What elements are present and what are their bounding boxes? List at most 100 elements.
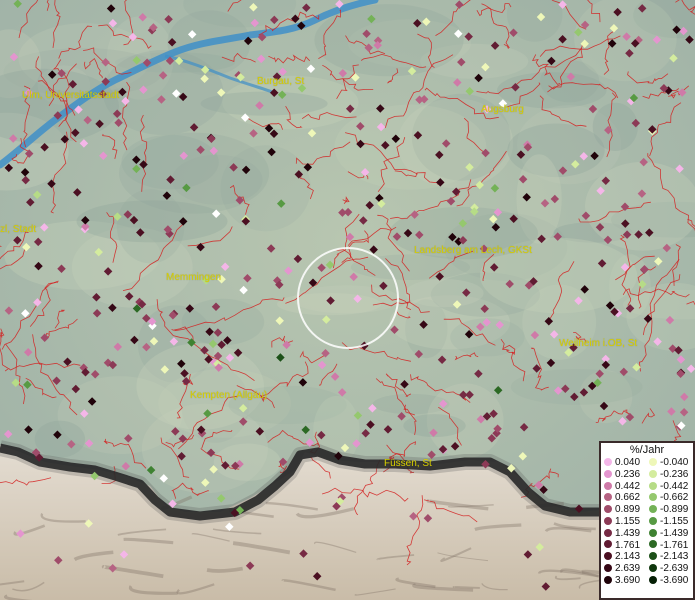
legend-value: 1.155 <box>615 515 641 527</box>
legend-value: 0.442 <box>615 480 641 492</box>
legend-swatch <box>604 575 612 584</box>
map-canvas[interactable]: Ulm, Universitätsstadt Burgau, St Augsbu… <box>0 0 695 600</box>
terrain-patch <box>171 154 263 205</box>
legend-value: -1.439 <box>660 527 689 539</box>
legend-swatch <box>604 528 612 537</box>
legend-value: 2.143 <box>615 551 641 563</box>
legend-rows: 0.040 -0.040 0.236 -0.236 0.442 -0.442 0.662 -0… <box>601 457 693 587</box>
legend-swatch <box>604 481 612 490</box>
legend-value: -0.442 <box>660 480 689 492</box>
legend-row: 0.662 -0.662 <box>601 492 693 504</box>
legend-value: -0.662 <box>660 492 689 504</box>
city-label-weilheim: Weilheim i.OB, St <box>559 338 638 349</box>
city-label-landsberg: Landsberg am Lech, GKSt <box>414 245 532 256</box>
legend-swatch <box>649 528 657 537</box>
legend-swatch <box>604 552 612 561</box>
terrain-patch <box>116 189 185 264</box>
legend-entry-negative: -0.662 <box>649 492 688 504</box>
legend-swatch <box>649 505 657 514</box>
terrain-patch <box>314 4 464 77</box>
legend-row: 0.442 -0.442 <box>601 481 693 493</box>
terrain-patch <box>277 293 382 316</box>
legend-value: 2.639 <box>615 563 641 575</box>
legend-value: -1.761 <box>660 539 689 551</box>
legend-value: 1.761 <box>615 539 641 551</box>
legend-value: 0.040 <box>615 457 641 468</box>
legend-swatch <box>649 540 657 549</box>
legend-entry-positive: 3.690 <box>604 575 640 587</box>
legend-entry-positive: 1.761 <box>604 540 640 552</box>
relief-stroke <box>206 566 244 573</box>
legend-row: 3.690 -3.690 <box>601 575 693 587</box>
legend-value: 1.439 <box>615 527 641 539</box>
legend-value: -0.040 <box>660 457 689 468</box>
legend-entry-positive: 0.040 <box>604 457 640 469</box>
legend-swatch <box>604 457 612 466</box>
terrain-patch <box>34 420 86 458</box>
legend-swatch <box>604 540 612 549</box>
legend-entry-negative: -3.690 <box>649 575 688 587</box>
city-label-kempten: Kempten (Allgäu) <box>190 390 268 401</box>
legend-value: -2.639 <box>660 563 689 575</box>
legend-value: 0.899 <box>615 504 641 516</box>
legend-swatch <box>604 505 612 514</box>
terrain-patch <box>405 279 484 308</box>
legend-entry-negative: -1.761 <box>649 540 688 552</box>
legend-row: 1.761 -1.761 <box>601 540 693 552</box>
legend-entry-positive: 2.639 <box>604 563 640 575</box>
legend-swatch <box>604 564 612 573</box>
legend-value: 0.662 <box>615 492 641 504</box>
city-label-memmingen: Memmingen <box>166 272 222 283</box>
legend-row: 0.899 -0.899 <box>601 504 693 516</box>
legend-entry-negative: -0.442 <box>649 481 688 493</box>
terrain-patch <box>592 102 638 151</box>
legend-row: 1.155 -1.155 <box>601 516 693 528</box>
legend-title: %/Jahr <box>629 444 665 456</box>
legend-swatch <box>649 564 657 573</box>
legend-entry-negative: -0.899 <box>649 504 688 516</box>
legend-row: 0.040 -0.040 <box>601 457 693 469</box>
legend: %/Jahr 0.040 -0.040 0.236 -0.236 0.442 -0.442… <box>599 441 695 600</box>
legend-entry-negative: -0.236 <box>649 469 688 481</box>
legend-entry-positive: 0.662 <box>604 492 640 504</box>
legend-swatch <box>649 552 657 561</box>
legend-value: -2.143 <box>660 551 689 563</box>
legend-swatch <box>604 469 612 478</box>
city-label-ulm: Ulm, Universitätsstadt <box>22 90 120 101</box>
legend-entry-positive: 0.442 <box>604 481 640 493</box>
legend-row: 0.236 -0.236 <box>601 469 693 481</box>
legend-swatch <box>649 469 657 478</box>
legend-swatch <box>604 516 612 525</box>
legend-entry-positive: 2.143 <box>604 551 640 563</box>
legend-value: -0.899 <box>660 504 689 516</box>
terrain-patch <box>507 123 605 178</box>
terrain-patch <box>350 254 470 280</box>
legend-value: -3.690 <box>660 574 689 586</box>
legend-swatch <box>649 516 657 525</box>
legend-row: 1.439 -1.439 <box>601 528 693 540</box>
city-label-augsburg: Augsburg <box>481 104 524 115</box>
legend-value: 0.236 <box>615 468 641 480</box>
legend-entry-negative: -2.143 <box>649 551 688 563</box>
legend-value: -1.155 <box>660 515 689 527</box>
legend-value: -0.236 <box>660 468 689 480</box>
relief-stroke <box>452 585 480 589</box>
legend-swatch <box>649 493 657 502</box>
legend-entry-positive: 1.439 <box>604 528 640 540</box>
legend-entry-negative: -1.439 <box>649 528 688 540</box>
legend-entry-positive: 0.899 <box>604 504 640 516</box>
legend-swatch <box>604 493 612 502</box>
city-label-stadt: zl, Stadt <box>0 224 37 235</box>
legend-entry-negative: -0.040 <box>649 457 688 469</box>
legend-entry-negative: -2.639 <box>649 563 688 575</box>
legend-swatch <box>649 575 657 584</box>
legend-entry-negative: -1.155 <box>649 516 688 528</box>
legend-swatch <box>649 457 657 466</box>
legend-row: 2.639 -2.639 <box>601 563 693 575</box>
legend-entry-positive: 1.155 <box>604 516 640 528</box>
legend-entry-positive: 0.236 <box>604 469 640 481</box>
city-label-fuessen: Füssen, St <box>384 458 432 469</box>
legend-value: 3.690 <box>615 574 641 586</box>
legend-row: 2.143 -2.143 <box>601 551 693 563</box>
legend-swatch <box>649 481 657 490</box>
